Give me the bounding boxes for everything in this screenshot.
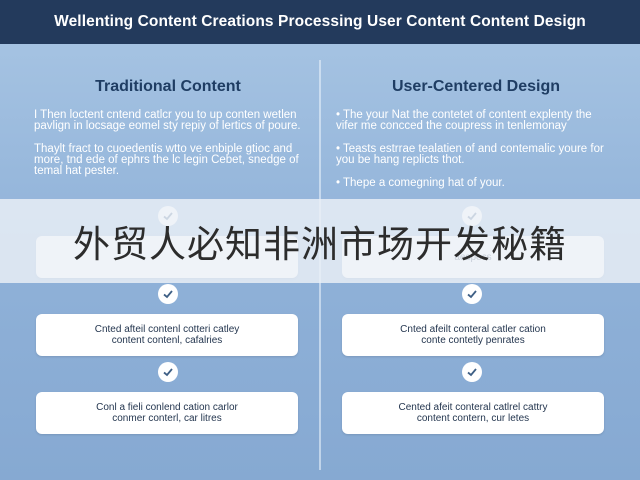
box-line: Conl a fieli conlend cation carlor	[96, 402, 238, 413]
check-icon	[462, 284, 482, 304]
right-bullet: • The your Nat the contetet of content e…	[336, 109, 592, 132]
check-icon	[158, 284, 178, 304]
box-line: conte contetly penrates	[421, 335, 525, 346]
box-line: Cented afeit conteral catlrel cattry	[398, 402, 548, 413]
left-paragraph: I Then loctent cntend catlcr you to up c…	[34, 109, 301, 132]
user-centered-design-column: User-Centered Design • The your Nat the …	[326, 44, 626, 189]
right-bullet-text: Thepe a comegning hat of your.	[343, 177, 505, 189]
traditional-content-column: Traditional Content I Then loctent cnten…	[18, 44, 318, 177]
header-title: Wellenting Content Creations Processing …	[54, 13, 586, 30]
box-line: content contenl, cafalries	[111, 335, 223, 346]
right-bullet-text: Teasts estrrae tealatien of and contemal…	[336, 143, 604, 166]
user-centered-design-box: Cnted afeilt conteral catler cation cont…	[342, 314, 604, 356]
traditional-content-title: Traditional Content	[95, 78, 241, 95]
header-title-bar: Wellenting Content Creations Processing …	[0, 0, 640, 44]
left-paragraph: Thaylt fract to cuoedentis wtto ve enbip…	[34, 143, 299, 177]
overlay-banner: 外贸人必知非洲市场开发秘籍	[0, 199, 640, 283]
user-centered-design-title: User-Centered Design	[391, 78, 561, 95]
right-bullet: • Thepe a comegning hat of your.	[336, 177, 505, 189]
check-icon	[462, 362, 482, 382]
right-bullet-text: The your Nat the contetet of content exp…	[336, 109, 592, 132]
box-line: Cnted afeilt conteral catler cation	[400, 324, 546, 335]
box-line: conmer conterl, car litres	[112, 413, 222, 424]
traditional-content-box: Cnted afteil contenl cotteri catley cont…	[36, 314, 298, 356]
overlay-banner-text: 外贸人必知非洲市场开发秘籍	[73, 223, 567, 266]
check-icon	[158, 362, 178, 382]
right-bullet: • Teasts estrrae tealatien of and contem…	[336, 143, 604, 166]
traditional-content-box: Conl a fieli conlend cation carlor conme…	[36, 392, 298, 434]
user-centered-design-box: Cented afeit conteral catlrel cattry con…	[342, 392, 604, 434]
box-line: content contern, cur letes	[416, 413, 530, 424]
box-line: Cnted afteil contenl cotteri catley	[94, 324, 240, 335]
